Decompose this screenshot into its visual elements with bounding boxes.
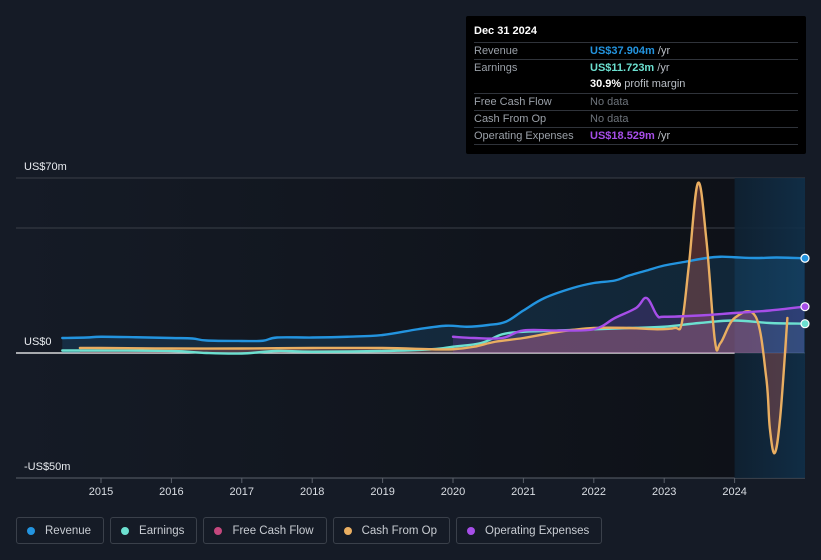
operating-expenses-end-marker	[800, 302, 810, 312]
tooltip-value-unit: /yr	[654, 45, 671, 57]
x-tick-label: 2024	[722, 486, 746, 498]
tooltip-date: Dec 31 2024	[474, 25, 537, 37]
tooltip-value-amount: 30.9%	[590, 78, 622, 90]
legend-item-earnings[interactable]: Earnings	[110, 517, 198, 544]
y-tick-label: US$70m	[24, 161, 67, 173]
legend-dot-icon	[27, 526, 35, 535]
tooltip-value-amount: US$18.529m	[590, 130, 655, 142]
tooltip-value-unit: profit margin	[621, 78, 686, 90]
tooltip-row-label: Cash From Op	[474, 113, 547, 125]
tooltip-row-value: No data	[590, 113, 629, 125]
tooltip-value-unit: No data	[590, 96, 629, 108]
legend-label: Earnings	[139, 524, 185, 537]
x-tick-label: 2021	[511, 486, 535, 498]
tooltip-row-label: Free Cash Flow	[474, 96, 552, 108]
tooltip-value-unit: No data	[590, 113, 629, 125]
x-tick-label: 2018	[300, 486, 324, 498]
legend-item-revenue[interactable]: Revenue	[16, 517, 105, 544]
x-tick-label: 2022	[582, 486, 606, 498]
x-tick-label: 2015	[89, 486, 113, 498]
x-axis-labels: 2015 2016 2017 2018 2019 2020 2021 2022 2023 2024	[89, 478, 747, 498]
legend-label: Cash From Op	[361, 524, 438, 537]
tooltip-row-label: Operating Expenses	[474, 130, 574, 142]
tooltip-row-value: No data	[590, 96, 629, 108]
tooltip-divider	[474, 144, 798, 145]
legend-dot-icon	[214, 526, 223, 535]
tooltip-row: Cash From Op No data	[474, 110, 798, 128]
y-tick-label: -US$50m	[24, 461, 70, 473]
legend: Revenue Earnings Free Cash Flow Cash From O…	[16, 517, 603, 544]
tooltip-row-value: 30.9% profit margin	[590, 78, 685, 90]
legend-dot-icon	[467, 526, 476, 535]
legend-dot-icon	[121, 526, 130, 535]
legend-item-cash-from-op[interactable]: Cash From Op	[332, 517, 451, 544]
legend-label: Free Cash Flow	[232, 524, 314, 537]
tooltip-row-value: US$18.529m /yr	[590, 130, 670, 142]
tooltip-value-amount: US$11.723m	[590, 62, 655, 74]
tooltip-panel: Dec 31 2024 Revenue US$37.904m /yr Earning…	[466, 16, 806, 154]
revenue-end-marker	[800, 253, 810, 263]
tooltip-row-value: US$11.723m /yr	[590, 62, 670, 74]
legend-item-free-cash-flow[interactable]: Free Cash Flow	[203, 517, 327, 544]
tooltip-row: Operating Expenses US$18.529m /yr	[474, 127, 798, 145]
x-tick-label: 2020	[441, 486, 465, 498]
legend-label: Revenue	[45, 524, 92, 537]
tooltip-row-label: Earnings	[474, 62, 518, 74]
tooltip-row-label: Revenue	[474, 45, 519, 57]
x-tick-label: 2019	[370, 486, 394, 498]
legend-label: Operating Expenses	[485, 524, 590, 537]
tooltip-row: Free Cash Flow No data	[474, 93, 798, 111]
x-tick-label: 2016	[159, 486, 183, 498]
tooltip-row: Revenue US$37.904m /yr	[474, 42, 798, 60]
tooltip-value-unit: /yr	[654, 62, 670, 74]
legend-dot-icon	[343, 526, 352, 535]
y-tick-label: US$0	[24, 336, 52, 348]
tooltip-row-value: US$37.904m /yr	[590, 45, 670, 57]
legend-item-operating-expenses[interactable]: Operating Expenses	[456, 517, 603, 544]
tooltip-row: 30.9% profit margin	[474, 76, 798, 93]
tooltip-value-amount: US$37.904m	[590, 45, 655, 57]
tooltip-row: Earnings US$11.723m /yr	[474, 59, 798, 77]
x-tick-label: 2017	[230, 486, 254, 498]
tooltip-value-unit: /yr	[654, 130, 671, 142]
earnings-end-marker	[800, 319, 810, 329]
x-tick-label: 2023	[652, 486, 676, 498]
